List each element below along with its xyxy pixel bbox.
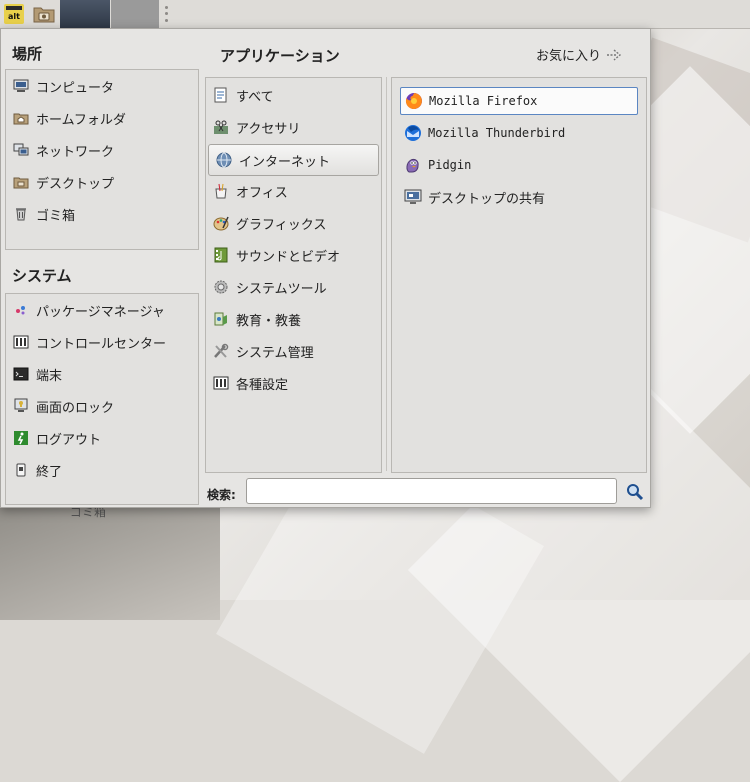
- office-icon: [212, 182, 230, 200]
- category-office[interactable]: オフィス: [206, 176, 381, 206]
- category-label: サウンドとビデオ: [236, 249, 341, 265]
- system-item-label: コントロールセンター: [36, 336, 167, 352]
- network-icon: [12, 141, 30, 159]
- system-tools-icon: [212, 278, 230, 296]
- panel-drag-handle[interactable]: [165, 4, 171, 24]
- places-item-desktop[interactable]: デスクトップ: [6, 167, 198, 197]
- svg-text:alt: alt: [8, 12, 20, 21]
- category-all[interactable]: すべて: [206, 80, 381, 110]
- application-menu: 場所 コンピュータ ホームフォルダ ネットワーク デスクトップ ゴミ箱 システム…: [0, 28, 651, 508]
- category-settings[interactable]: 各種設定: [206, 368, 381, 398]
- terminal-icon: [12, 365, 30, 383]
- category-label: アクセサリ: [236, 121, 301, 137]
- places-item-label: ネットワーク: [36, 144, 115, 160]
- home-folder-icon: [12, 109, 30, 127]
- category-label: 教育・教養: [236, 313, 302, 329]
- category-accessories[interactable]: アクセサリ: [206, 112, 381, 142]
- system-item-label: ログアウト: [36, 432, 102, 448]
- application-list: Mozilla Firefox Mozilla Thunderbird Pidg…: [391, 77, 647, 473]
- places-item-network[interactable]: ネットワーク: [6, 135, 198, 165]
- taskbar-window-button[interactable]: [60, 0, 110, 28]
- pidgin-icon: [404, 156, 422, 174]
- app-item-pidgin[interactable]: Pidgin: [400, 150, 638, 180]
- app-label: Mozilla Firefox: [429, 94, 538, 108]
- system-admin-icon: [212, 342, 230, 360]
- category-label: システム管理: [236, 345, 314, 361]
- app-label: Pidgin: [428, 158, 472, 172]
- places-item-label: コンピュータ: [36, 80, 115, 96]
- internet-globe-icon: [215, 151, 233, 169]
- thunderbird-icon: [404, 124, 422, 142]
- top-panel: alt: [0, 0, 750, 29]
- accessories-icon: [212, 118, 230, 136]
- category-label: インターネット: [239, 154, 331, 170]
- sound-video-icon: [212, 246, 230, 264]
- search-input[interactable]: [246, 478, 617, 504]
- category-label: グラフィックス: [236, 217, 327, 233]
- category-label: システムツール: [236, 281, 327, 297]
- app-item-firefox[interactable]: Mozilla Firefox: [400, 87, 638, 115]
- system-item-label: 終了: [36, 464, 63, 480]
- folder-camera-icon[interactable]: [28, 0, 60, 28]
- system-item-package-manager[interactable]: パッケージマネージャ: [6, 295, 198, 325]
- category-graphics[interactable]: グラフィックス: [206, 208, 381, 238]
- category-system-tools[interactable]: システムツール: [206, 272, 381, 302]
- firefox-icon: [405, 92, 423, 110]
- package-manager-icon: [12, 301, 30, 319]
- desktop-sharing-icon: [404, 188, 422, 206]
- category-internet[interactable]: インターネット: [208, 144, 379, 176]
- app-item-thunderbird[interactable]: Mozilla Thunderbird: [400, 118, 638, 148]
- search-label: 検索:: [207, 488, 236, 502]
- applications-title: アプリケーション: [220, 47, 340, 65]
- all-apps-icon: [212, 86, 230, 104]
- system-item-shutdown[interactable]: 終了: [6, 455, 198, 485]
- system-item-label: 端末: [36, 368, 63, 384]
- places-item-label: デスクトップ: [36, 176, 115, 192]
- system-item-lock-screen[interactable]: 画面のロック: [6, 391, 198, 421]
- trash-icon: [12, 205, 30, 223]
- system-item-terminal[interactable]: 端末: [6, 359, 198, 389]
- category-label: オフィス: [236, 185, 288, 201]
- control-center-icon: [12, 333, 30, 351]
- search-icon[interactable]: [626, 483, 644, 501]
- category-education[interactable]: 教育・教養: [206, 304, 381, 334]
- places-item-computer[interactable]: コンピュータ: [6, 71, 198, 101]
- places-item-home[interactable]: ホームフォルダ: [6, 103, 198, 133]
- education-icon: [212, 310, 230, 328]
- lock-screen-icon: [12, 397, 30, 415]
- system-item-label: 画面のロック: [36, 400, 115, 416]
- logout-icon: [12, 429, 30, 447]
- places-list: コンピュータ ホームフォルダ ネットワーク デスクトップ ゴミ箱: [5, 69, 199, 250]
- computer-icon: [12, 77, 30, 95]
- favorites-label: お気に入り: [536, 49, 602, 64]
- app-item-desktop-sharing[interactable]: デスクトップの共有: [400, 182, 638, 212]
- category-system-admin[interactable]: システム管理: [206, 336, 381, 366]
- arrow-right-icon: [606, 48, 624, 62]
- graphics-palette-icon: [212, 214, 230, 232]
- places-title: 場所: [12, 45, 43, 63]
- system-item-control-center[interactable]: コントロールセンター: [6, 327, 198, 357]
- system-item-logout[interactable]: ログアウト: [6, 423, 198, 453]
- favorites-button[interactable]: お気に入り: [536, 45, 624, 64]
- desktop-folder-icon: [12, 173, 30, 191]
- system-title: システム: [12, 267, 72, 285]
- app-label: Mozilla Thunderbird: [428, 126, 566, 140]
- system-list: パッケージマネージャ コントロールセンター 端末 画面のロック ログアウト 終了: [5, 293, 199, 505]
- shutdown-icon: [12, 461, 30, 479]
- taskbar-window-button-2[interactable]: [111, 0, 159, 28]
- places-item-trash[interactable]: ゴミ箱: [6, 199, 198, 229]
- settings-icon: [212, 374, 230, 392]
- category-list: すべて アクセサリ インターネット オフィス グラフィックス サウンドとビデオ …: [205, 77, 382, 473]
- category-label: 各種設定: [236, 377, 289, 393]
- system-item-label: パッケージマネージャ: [36, 304, 165, 320]
- category-sound-video[interactable]: サウンドとビデオ: [206, 240, 381, 270]
- places-item-label: ゴミ箱: [36, 208, 76, 224]
- app-label: デスクトップの共有: [428, 191, 546, 207]
- pane-divider[interactable]: [386, 77, 387, 471]
- distro-menu-icon[interactable]: alt: [0, 0, 28, 28]
- category-label: すべて: [236, 89, 274, 105]
- places-item-label: ホームフォルダ: [36, 112, 126, 128]
